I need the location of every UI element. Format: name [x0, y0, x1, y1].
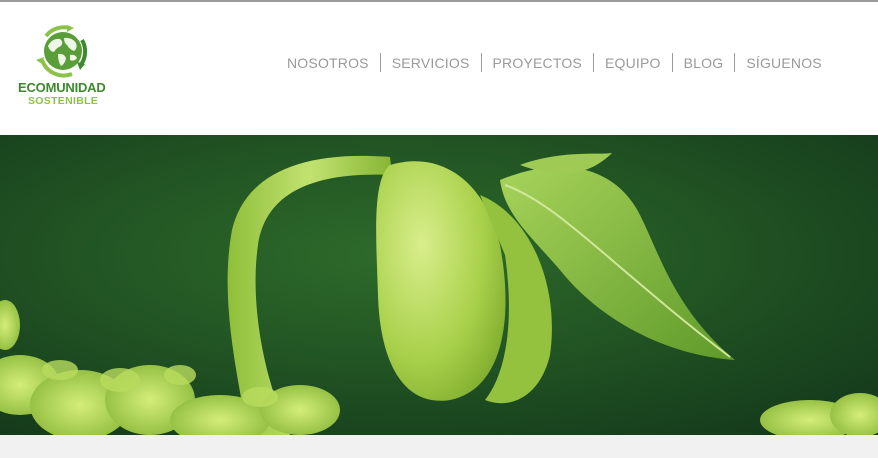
nav-item-equipo[interactable]: EQUIPO: [594, 54, 672, 72]
nav-item-blog[interactable]: BLOG: [673, 54, 735, 72]
content-strip: [0, 435, 878, 458]
nav-item-siguenos[interactable]: SÍGUENOS: [735, 54, 833, 72]
site-logo[interactable]: ECOMUNIDAD SOSTENIBLE: [14, 24, 114, 114]
nav-item-nosotros[interactable]: NOSOTROS: [276, 54, 380, 72]
logo-text-line2: SOSTENIBLE: [28, 95, 99, 107]
main-navigation: NOSOTROS SERVICIOS PROYECTOS EQUIPO BLOG…: [276, 53, 833, 72]
nav-item-servicios[interactable]: SERVICIOS: [381, 54, 481, 72]
globe-recycle-icon: [36, 25, 88, 78]
logo-text-line1: ECOMUNIDAD: [18, 80, 106, 95]
hero-banner-image: [0, 135, 878, 435]
nav-item-proyectos[interactable]: PROYECTOS: [482, 54, 593, 72]
site-header: ECOMUNIDAD SOSTENIBLE NOSOTROS SERVICIOS…: [0, 2, 878, 135]
